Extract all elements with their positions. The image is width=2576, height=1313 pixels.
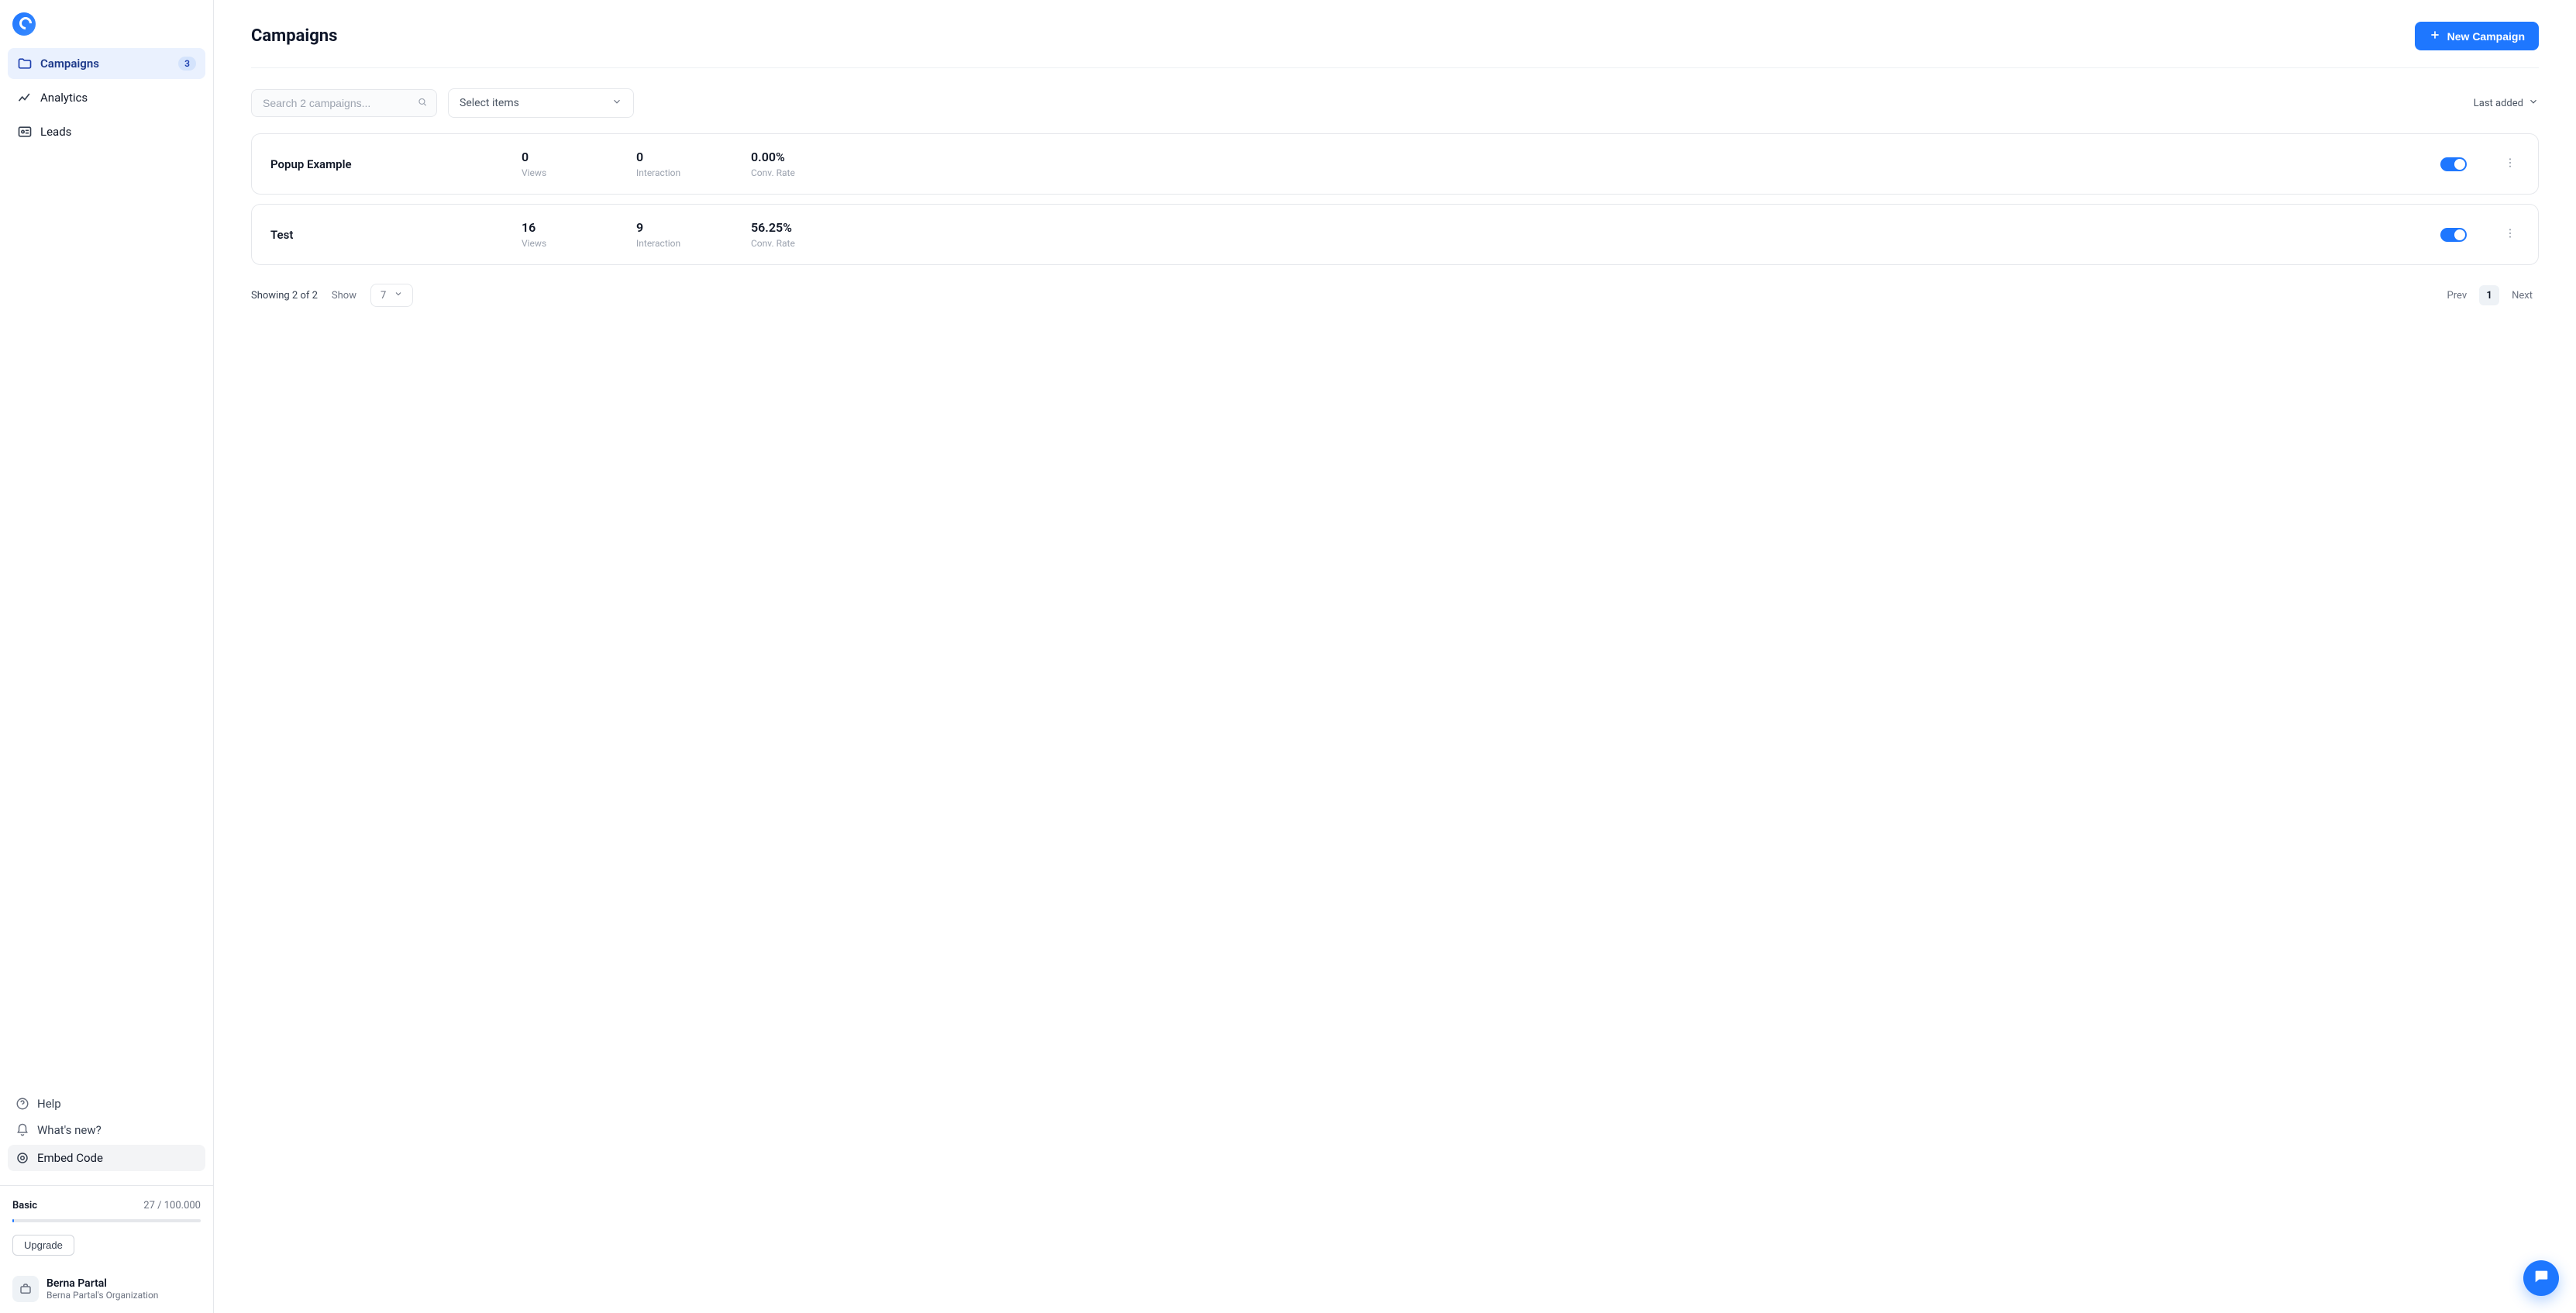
page-size-value: 7 [381, 290, 386, 302]
showing-count: Showing 2 of 2 [251, 290, 318, 302]
profile-name: Berna Partal [46, 1277, 158, 1290]
sidebar-item-label: Leads [40, 125, 71, 139]
page-header: Campaigns New Campaign [251, 22, 2539, 68]
sidebar: Campaigns 3 Analytics Leads Help [0, 0, 214, 1313]
briefcase-icon [12, 1276, 39, 1302]
interaction-value: 0 [636, 150, 732, 164]
plan-panel: Basic 27 / 100.000 Upgrade Berna Partal … [0, 1185, 213, 1302]
analytics-icon [17, 90, 33, 105]
search-wrap [251, 89, 437, 117]
pagination-footer: Showing 2 of 2 Show 7 Prev 1 Next [251, 284, 2539, 307]
profile-org: Berna Partal's Organization [46, 1290, 158, 1301]
show-label: Show [332, 290, 356, 302]
chevron-down-icon [2528, 96, 2539, 110]
campaign-toggle[interactable] [2440, 228, 2467, 242]
profile-block[interactable]: Berna Partal Berna Partal's Organization [12, 1276, 201, 1302]
embed-code-link[interactable]: Embed Code [8, 1145, 205, 1171]
leads-icon [17, 124, 33, 140]
conv-rate-metric: 56.25% Conv. Rate [751, 220, 847, 249]
sort-label: Last added [2474, 98, 2523, 109]
secondary-nav: Help What's new? Embed Code [8, 1091, 205, 1171]
app-logo[interactable] [12, 12, 36, 36]
chat-icon [2533, 1268, 2550, 1288]
campaign-row[interactable]: Test 16 Views 9 Interaction 56.25% Conv.… [251, 204, 2539, 265]
new-campaign-button[interactable]: New Campaign [2415, 22, 2539, 50]
sidebar-item-label: Analytics [40, 91, 88, 105]
conv-rate-value: 56.25% [751, 220, 847, 235]
help-label: Help [37, 1097, 61, 1111]
row-more-button[interactable] [2501, 157, 2519, 172]
sort-dropdown[interactable]: Last added [2474, 96, 2539, 110]
help-icon [15, 1097, 29, 1111]
pager: Prev 1 Next [2441, 285, 2539, 305]
interaction-label: Interaction [636, 167, 732, 178]
search-icon [417, 96, 428, 111]
views-metric: 16 Views [522, 220, 618, 249]
page-title: Campaigns [251, 26, 337, 46]
plus-icon [2429, 29, 2441, 43]
target-icon [15, 1151, 29, 1165]
views-value: 0 [522, 150, 618, 164]
prev-button[interactable]: Prev [2441, 287, 2474, 305]
select-items-dropdown[interactable]: Select items [448, 88, 634, 118]
interaction-label: Interaction [636, 238, 732, 249]
campaign-row[interactable]: Popup Example 0 Views 0 Interaction 0.00… [251, 133, 2539, 195]
conv-rate-label: Conv. Rate [751, 238, 847, 249]
toolbar: Select items Last added [251, 88, 2539, 118]
campaign-toggle[interactable] [2440, 157, 2467, 171]
page-number[interactable]: 1 [2479, 285, 2499, 305]
sidebar-item-analytics[interactable]: Analytics [8, 82, 205, 113]
campaign-name: Test [270, 228, 503, 242]
help-link[interactable]: Help [8, 1091, 205, 1117]
sidebar-item-leads[interactable]: Leads [8, 116, 205, 147]
campaign-list: Popup Example 0 Views 0 Interaction 0.00… [251, 133, 2539, 265]
views-metric: 0 Views [522, 150, 618, 178]
campaign-name: Popup Example [270, 157, 503, 171]
conv-rate-metric: 0.00% Conv. Rate [751, 150, 847, 178]
row-more-button[interactable] [2501, 227, 2519, 243]
search-input[interactable] [251, 89, 437, 117]
sidebar-item-campaigns[interactable]: Campaigns 3 [8, 48, 205, 79]
views-value: 16 [522, 220, 618, 235]
more-vertical-icon [2504, 157, 2516, 172]
chevron-down-icon [611, 96, 622, 110]
primary-nav: Campaigns 3 Analytics Leads [8, 48, 205, 147]
new-campaign-label: New Campaign [2447, 30, 2525, 43]
plan-usage: 27 / 100.000 [143, 1200, 201, 1211]
bell-icon [15, 1123, 29, 1137]
campaigns-count-badge: 3 [178, 57, 196, 71]
plan-usage-bar [12, 1219, 201, 1222]
plan-tier: Basic [12, 1200, 37, 1211]
interaction-value: 9 [636, 220, 732, 235]
select-items-label: Select items [460, 97, 519, 109]
main-content: Campaigns New Campaign Select items Last… [214, 0, 2576, 1313]
views-label: Views [522, 238, 618, 249]
page-size-select[interactable]: 7 [370, 284, 413, 307]
folder-icon [17, 56, 33, 71]
sidebar-item-label: Campaigns [40, 57, 99, 71]
embed-code-label: Embed Code [37, 1151, 103, 1165]
chat-fab[interactable] [2523, 1260, 2559, 1296]
views-label: Views [522, 167, 618, 178]
interaction-metric: 9 Interaction [636, 220, 732, 249]
interaction-metric: 0 Interaction [636, 150, 732, 178]
more-vertical-icon [2504, 227, 2516, 243]
whats-new-label: What's new? [37, 1123, 102, 1137]
upgrade-button[interactable]: Upgrade [12, 1235, 74, 1256]
next-button[interactable]: Next [2505, 287, 2539, 305]
conv-rate-value: 0.00% [751, 150, 847, 164]
conv-rate-label: Conv. Rate [751, 167, 847, 178]
chevron-down-icon [394, 289, 403, 302]
whats-new-link[interactable]: What's new? [8, 1117, 205, 1143]
